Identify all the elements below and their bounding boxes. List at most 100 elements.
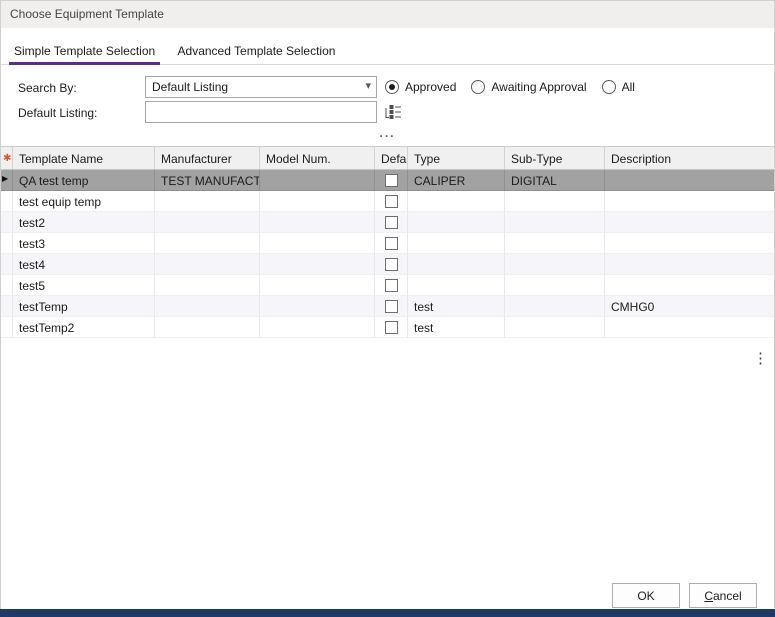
cell-model-num xyxy=(260,191,375,212)
column-header-defaul[interactable]: Defaul xyxy=(375,147,408,169)
cell-template-name: test4 xyxy=(13,254,155,275)
radio-circle-icon xyxy=(602,80,616,94)
row-indicator-cell xyxy=(0,191,13,212)
cell-manufacturer xyxy=(155,191,260,212)
cell-manufacturer xyxy=(155,317,260,338)
cell-type xyxy=(408,275,505,296)
default-checkbox[interactable] xyxy=(385,258,398,271)
row-indicator-cell xyxy=(0,275,13,296)
default-listing-label: Default Listing: xyxy=(18,106,97,120)
radio-all[interactable]: All xyxy=(602,80,635,94)
cell-default xyxy=(375,191,408,212)
cell-description xyxy=(605,275,775,296)
cell-manufacturer xyxy=(155,296,260,317)
cell-type: test xyxy=(408,317,505,338)
cell-template-name: test2 xyxy=(13,212,155,233)
approval-filter-radio-group: Approved Awaiting Approval All xyxy=(385,76,650,98)
default-checkbox[interactable] xyxy=(385,321,398,334)
table-row[interactable]: test4 xyxy=(0,254,775,275)
cell-description xyxy=(605,191,775,212)
listing-picker-icon[interactable] xyxy=(384,104,402,120)
cell-type: CALIPER xyxy=(408,170,505,191)
cell-template-name: test5 xyxy=(13,275,155,296)
row-indicator-cell: ▶ xyxy=(0,170,13,191)
cell-model-num xyxy=(260,275,375,296)
cell-default xyxy=(375,212,408,233)
column-header-template-name[interactable]: Template Name xyxy=(13,147,155,169)
cell-model-num xyxy=(260,254,375,275)
search-by-dropdown[interactable]: Default Listing ▾ xyxy=(145,76,377,98)
row-indicator-cell xyxy=(0,212,13,233)
cell-default xyxy=(375,317,408,338)
radio-approved[interactable]: Approved xyxy=(385,80,456,94)
table-row[interactable]: test2 xyxy=(0,212,775,233)
cancel-button[interactable]: Cancel xyxy=(689,583,757,608)
default-checkbox[interactable] xyxy=(385,174,398,187)
radio-circle-icon xyxy=(385,80,399,94)
table-row[interactable]: testTemptestCMHG0 xyxy=(0,296,775,317)
cell-template-name: testTemp xyxy=(13,296,155,317)
ok-button[interactable]: OK xyxy=(612,583,680,608)
titlebar: Choose Equipment Template xyxy=(0,0,775,28)
cell-model-num xyxy=(260,233,375,254)
tab-simple-template-selection[interactable]: Simple Template Selection xyxy=(9,38,160,65)
cell-manufacturer xyxy=(155,254,260,275)
search-by-label: Search By: xyxy=(18,81,77,95)
window-title: Choose Equipment Template xyxy=(10,7,164,21)
cell-type: test xyxy=(408,296,505,317)
row-indicator-cell xyxy=(0,233,13,254)
cell-sub-type xyxy=(505,212,605,233)
default-listing-input[interactable] xyxy=(145,101,377,123)
column-header-sub-type[interactable]: Sub-Type xyxy=(505,147,605,169)
bottom-accent-bar xyxy=(0,609,775,617)
radio-circle-icon xyxy=(471,80,485,94)
cell-template-name: testTemp2 xyxy=(13,317,155,338)
cell-type xyxy=(408,254,505,275)
row-indicator-cell xyxy=(0,296,13,317)
tab-advanced-template-selection[interactable]: Advanced Template Selection xyxy=(173,38,341,65)
table-row[interactable]: ▶QA test tempTEST MANUFACTURCALIPERDIGIT… xyxy=(0,170,775,191)
cell-default xyxy=(375,254,408,275)
chevron-down-icon: ▾ xyxy=(365,79,371,92)
template-grid: ✱Template NameManufacturerModel Num.Defa… xyxy=(0,146,775,338)
column-header-type[interactable]: Type xyxy=(408,147,505,169)
cell-model-num xyxy=(260,317,375,338)
radio-awaiting-approval[interactable]: Awaiting Approval xyxy=(471,80,586,94)
cell-sub-type xyxy=(505,233,605,254)
cell-model-num xyxy=(260,170,375,191)
cell-description xyxy=(605,317,775,338)
default-checkbox[interactable] xyxy=(385,300,398,313)
cell-template-name: test equip temp xyxy=(13,191,155,212)
grid-resize-grip-icon[interactable]: ⋮ xyxy=(753,349,768,367)
cell-description xyxy=(605,170,775,191)
cell-manufacturer: TEST MANUFACTUR xyxy=(155,170,260,191)
cell-default xyxy=(375,170,408,191)
column-header-model-num-[interactable]: Model Num. xyxy=(260,147,375,169)
default-checkbox[interactable] xyxy=(385,279,398,292)
required-marker-icon: ✱ xyxy=(3,153,11,164)
column-header-description[interactable]: Description xyxy=(605,147,775,169)
panel-splitter-handle[interactable]: ... xyxy=(0,128,775,142)
cell-sub-type xyxy=(505,296,605,317)
cell-type xyxy=(408,191,505,212)
table-row[interactable]: test equip temp xyxy=(0,191,775,212)
cell-sub-type xyxy=(505,317,605,338)
column-header-manufacturer[interactable]: Manufacturer xyxy=(155,147,260,169)
default-checkbox[interactable] xyxy=(385,237,398,250)
cell-model-num xyxy=(260,296,375,317)
default-checkbox[interactable] xyxy=(385,195,398,208)
cell-template-name: test3 xyxy=(13,233,155,254)
table-row[interactable]: testTemp2 test xyxy=(0,317,775,338)
table-row[interactable]: test3 xyxy=(0,233,775,254)
default-checkbox[interactable] xyxy=(385,216,398,229)
tabstrip: Simple Template Selection Advanced Templ… xyxy=(0,38,775,65)
cell-sub-type xyxy=(505,191,605,212)
cell-template-name: QA test temp xyxy=(13,170,155,191)
cell-default xyxy=(375,275,408,296)
search-by-selected-value: Default Listing xyxy=(152,80,228,94)
cell-manufacturer xyxy=(155,233,260,254)
table-row[interactable]: test5 xyxy=(0,275,775,296)
cell-type xyxy=(408,212,505,233)
row-indicator-header: ✱ xyxy=(0,147,13,169)
radio-approved-label: Approved xyxy=(405,80,456,94)
